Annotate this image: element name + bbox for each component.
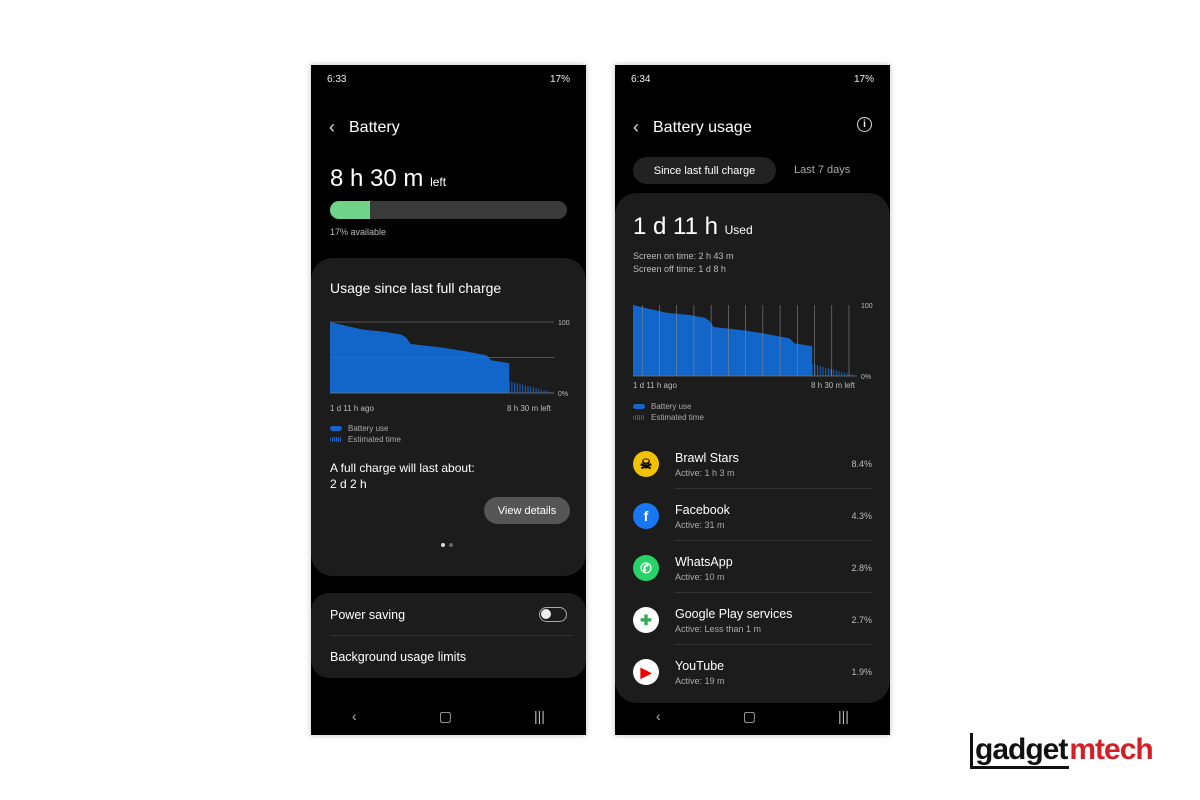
battery-status: 17% bbox=[549, 74, 570, 85]
x-end-label: 8 h 30 m left bbox=[811, 381, 856, 390]
time-left: 8 h 30 m left bbox=[330, 165, 446, 193]
back-nav-icon[interactable]: ‹ bbox=[656, 708, 661, 724]
app-icon: ☠ bbox=[633, 451, 659, 477]
divider bbox=[675, 644, 872, 645]
app-name: WhatsApp bbox=[675, 554, 733, 569]
app-name: Brawl Stars bbox=[675, 450, 739, 465]
clock: 6:33 bbox=[327, 74, 347, 85]
battery-screen: 6:33 17% ‹ Battery 8 h 30 m left 17% avail… bbox=[311, 65, 586, 735]
usage-card: 1 d 11 h Used Screen on time: 2 h 43 m S… bbox=[615, 193, 890, 703]
battery-use-swatch bbox=[330, 426, 342, 431]
nav-bar: ‹ ▢ ||| bbox=[311, 697, 586, 735]
power-saving-row[interactable]: Power saving bbox=[330, 607, 567, 622]
battery-use-swatch bbox=[633, 404, 645, 409]
app-usage-percent: 8.4% bbox=[851, 459, 872, 469]
app-usage-percent: 2.7% bbox=[851, 615, 872, 625]
battery-usage-screen: 6:34 17% ‹ Battery usage i Since last full… bbox=[615, 65, 890, 735]
app-row[interactable]: ✆ WhatsApp Active: 10 m 2.8% bbox=[633, 542, 872, 594]
page-indicator[interactable] bbox=[441, 543, 453, 547]
app-active-time: Active: 1 h 3 m bbox=[675, 467, 735, 478]
app-icon: ✆ bbox=[633, 555, 659, 581]
legend: Battery use Estimated time bbox=[633, 402, 704, 424]
status-bar: 6:34 17% bbox=[631, 74, 874, 85]
usage-chart: 100 0% bbox=[633, 303, 873, 381]
app-row[interactable]: ☠ Brawl Stars Active: 1 h 3 m 8.4% bbox=[633, 438, 872, 490]
axis-top-label: 100 bbox=[861, 303, 873, 310]
app-icon: f bbox=[633, 503, 659, 529]
tab-last-7-days[interactable]: Last 7 days bbox=[794, 164, 850, 176]
full-charge-label: A full charge will last about: bbox=[330, 461, 475, 475]
axis-bottom-label: 0% bbox=[558, 391, 568, 398]
app-usage-percent: 4.3% bbox=[851, 511, 872, 521]
legend-label: Estimated time bbox=[651, 413, 704, 422]
info-icon[interactable]: i bbox=[857, 117, 872, 132]
app-active-time: Active: 19 m bbox=[675, 675, 725, 686]
app-row[interactable]: ✚ Google Play services Active: Less than … bbox=[633, 594, 872, 646]
app-row[interactable]: f Facebook Active: 31 m 4.3% bbox=[633, 490, 872, 542]
back-nav-icon[interactable]: ‹ bbox=[352, 708, 357, 724]
axis-bottom-label: 0% bbox=[861, 374, 871, 381]
usage-card: Usage since last full charge 100 0% 1 d 1… bbox=[311, 258, 586, 576]
screen-off-time: Screen off time: 1 d 8 h bbox=[633, 264, 726, 274]
card-title: Usage since last full charge bbox=[330, 280, 502, 296]
x-end-label: 8 h 30 m left bbox=[507, 404, 552, 413]
app-name: YouTube bbox=[675, 658, 725, 673]
clock: 6:34 bbox=[631, 74, 651, 85]
home-icon[interactable]: ▢ bbox=[439, 708, 452, 725]
legend-label: Battery use bbox=[651, 402, 692, 411]
estimated-swatch bbox=[330, 437, 342, 442]
back-icon[interactable]: ‹ bbox=[329, 117, 335, 138]
battery-use-area bbox=[633, 305, 813, 376]
app-usage-percent: 2.8% bbox=[851, 563, 872, 573]
divider bbox=[330, 635, 572, 636]
view-details-button[interactable]: View details bbox=[484, 497, 570, 524]
estimated-swatch bbox=[633, 415, 645, 420]
app-name: Facebook bbox=[675, 502, 730, 517]
legend-label: Estimated time bbox=[348, 435, 401, 444]
home-icon[interactable]: ▢ bbox=[743, 708, 756, 725]
used-suffix: Used bbox=[724, 223, 753, 237]
screen-on-time: Screen on time: 2 h 43 m bbox=[633, 251, 734, 261]
power-saving-toggle[interactable] bbox=[539, 607, 567, 622]
legend-label: Battery use bbox=[348, 424, 389, 433]
page-title: Battery usage bbox=[653, 118, 752, 136]
tab-since-last-full-charge[interactable]: Since last full charge bbox=[633, 157, 776, 184]
watermark-logo: gadgetmtech bbox=[970, 733, 1154, 769]
background-usage-limits[interactable]: Background usage limits bbox=[330, 650, 466, 664]
status-bar: 6:33 17% bbox=[327, 74, 570, 85]
divider bbox=[675, 540, 872, 541]
app-usage-percent: 1.9% bbox=[851, 667, 872, 677]
battery-status: 17% bbox=[853, 74, 874, 85]
app-active-time: Active: Less than 1 m bbox=[675, 623, 762, 634]
battery-level-bar bbox=[330, 201, 567, 219]
page-title: Battery bbox=[349, 118, 400, 136]
battery-level-fill bbox=[330, 201, 371, 219]
x-start-label: 1 d 11 h ago bbox=[633, 381, 677, 390]
used-value: 1 d 11 h bbox=[633, 213, 718, 240]
legend: Battery use Estimated time bbox=[330, 424, 401, 446]
app-icon: ✚ bbox=[633, 607, 659, 633]
app-name: Google Play services bbox=[675, 606, 793, 621]
divider bbox=[675, 488, 872, 489]
app-active-time: Active: 10 m bbox=[675, 571, 725, 582]
app-icon: ▶ bbox=[633, 659, 659, 685]
power-saving-label: Power saving bbox=[330, 607, 406, 622]
nav-bar: ‹ ▢ ||| bbox=[615, 697, 890, 735]
recents-icon[interactable]: ||| bbox=[838, 708, 849, 724]
used-time: 1 d 11 h Used bbox=[633, 213, 753, 241]
x-start-label: 1 d 11 h ago bbox=[330, 404, 374, 413]
time-left-suffix: left bbox=[430, 175, 447, 189]
available-text: 17% available bbox=[330, 227, 387, 237]
usage-chart: 100 0% bbox=[330, 320, 570, 398]
settings-card: Power saving Background usage limits bbox=[311, 593, 586, 678]
app-active-time: Active: 31 m bbox=[675, 519, 725, 530]
app-row[interactable]: ▶ YouTube Active: 19 m 1.9% bbox=[633, 646, 872, 698]
back-icon[interactable]: ‹ bbox=[633, 117, 639, 138]
axis-top-label: 100 bbox=[558, 320, 570, 327]
divider bbox=[675, 592, 872, 593]
recents-icon[interactable]: ||| bbox=[534, 708, 545, 724]
full-charge-value: 2 d 2 h bbox=[330, 477, 367, 491]
time-left-value: 8 h 30 m bbox=[330, 165, 424, 192]
